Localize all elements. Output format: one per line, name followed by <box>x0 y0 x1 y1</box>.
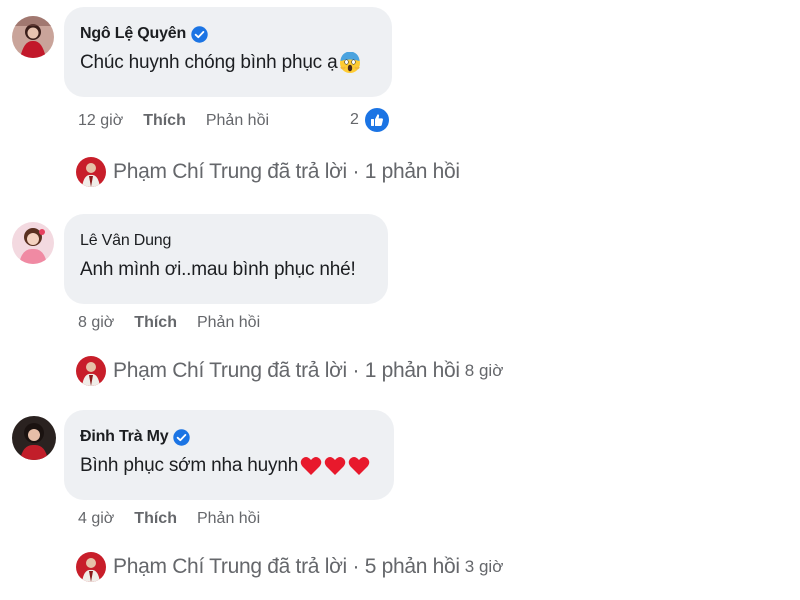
red-heart-icon <box>348 456 370 476</box>
like-button[interactable]: Thích <box>134 314 177 332</box>
comment-author[interactable]: Lê Vân Dung <box>80 232 171 250</box>
reply-button[interactable]: Phản hồi <box>197 314 260 332</box>
reply-author-avatar <box>76 552 106 582</box>
verified-badge-icon <box>191 25 208 43</box>
reaction-count: 2 <box>350 111 359 128</box>
red-heart-icon <box>300 456 322 476</box>
comment-bubble: Đinh Trà My Bình phục sớm nha huynh <box>64 410 394 500</box>
reply-author-avatar <box>76 356 106 386</box>
reply-verb: đã trả lời <box>267 555 347 578</box>
view-replies-link[interactable]: Phạm Chí Trung đã trả lời · 1 phản hồi <box>76 157 460 187</box>
red-heart-icon <box>324 456 346 476</box>
comment-time[interactable]: 4 giờ <box>78 510 114 528</box>
reply-button[interactable]: Phản hồi <box>197 510 260 528</box>
separator: · <box>352 555 360 578</box>
comments-section: Ngô Lệ Quyên Chúc huynh chóng bình phục … <box>0 0 800 600</box>
separator: · <box>352 160 360 183</box>
reply-button[interactable]: Phản hồi <box>206 112 269 130</box>
like-button[interactable]: Thích <box>143 112 186 130</box>
reply-time: 3 giờ <box>464 557 504 576</box>
reply-count: 1 phản hồi <box>364 160 460 183</box>
reply-author: Phạm Chí Trung <box>113 160 262 183</box>
reply-author-avatar <box>76 157 106 187</box>
reply-count: 1 phản hồi <box>364 359 460 382</box>
reaction-summary[interactable]: 2 <box>350 106 391 134</box>
reply-verb: đã trả lời <box>267 359 347 382</box>
face-screaming-emoji-icon <box>339 51 361 74</box>
avatar[interactable] <box>12 416 56 460</box>
comment-author[interactable]: Đinh Trà My <box>80 428 169 446</box>
like-button[interactable]: Thích <box>134 510 177 528</box>
reply-author: Phạm Chí Trung <box>113 555 262 578</box>
view-replies-link[interactable]: Phạm Chí Trung đã trả lời · 1 phản hồi 8… <box>76 356 503 386</box>
comment-text: Bình phục sớm nha huynh <box>80 455 299 476</box>
separator: · <box>352 359 360 382</box>
avatar[interactable] <box>12 222 54 264</box>
avatar[interactable] <box>12 16 54 58</box>
comment-text: Chúc huynh chóng bình phục ạ <box>80 52 338 73</box>
comment-bubble: Lê Vân Dung Anh mình ơi..mau bình phục n… <box>64 214 388 304</box>
comment-time[interactable]: 8 giờ <box>78 314 114 332</box>
reply-author: Phạm Chí Trung <box>113 359 262 382</box>
comment-author[interactable]: Ngô Lệ Quyên <box>80 25 186 43</box>
view-replies-link[interactable]: Phạm Chí Trung đã trả lời · 5 phản hồi 3… <box>76 552 503 582</box>
comment-text: Anh mình ơi..mau bình phục nhé! <box>80 259 356 280</box>
like-icon <box>362 106 391 134</box>
reply-time: 8 giờ <box>464 361 504 380</box>
comment-time[interactable]: 12 giờ <box>78 112 123 130</box>
reply-count: 5 phản hồi <box>364 555 460 578</box>
verified-badge-icon <box>173 428 191 446</box>
comment-bubble: Ngô Lệ Quyên Chúc huynh chóng bình phục … <box>64 7 392 97</box>
reply-verb: đã trả lời <box>267 160 347 183</box>
